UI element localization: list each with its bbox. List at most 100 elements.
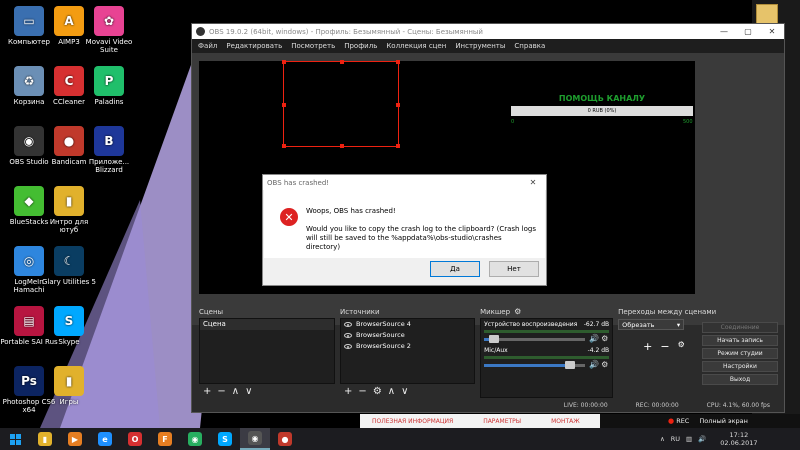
resize-handle[interactable] (340, 60, 344, 64)
maximize-button[interactable]: ▢ (736, 24, 760, 39)
resize-handle[interactable] (396, 144, 400, 148)
gear-icon[interactable]: ⚙ (601, 361, 609, 369)
connection-button[interactable]: Соединение (702, 322, 778, 333)
time: 17:12 (729, 431, 749, 439)
browser-link[interactable]: ПАРАМЕТРЫ (483, 418, 521, 425)
taskbar-media[interactable]: ▶ (60, 428, 90, 450)
close-button[interactable]: ✕ (520, 178, 546, 187)
remove-icon[interactable]: − (660, 340, 669, 353)
remove-icon[interactable]: − (358, 386, 366, 397)
slider-handle[interactable] (489, 334, 500, 343)
donation-progress-bar: 0 RUB (0%) (511, 106, 693, 116)
speaker-icon[interactable]: 🔊 (589, 361, 599, 369)
desktop-icon-movavi[interactable]: ✿ Movavi Video Suite (80, 6, 138, 54)
folder-icon[interactable] (756, 4, 778, 24)
network-icon[interactable]: ▥ (686, 435, 692, 443)
volume-slider[interactable] (484, 360, 586, 369)
desktop-icon-paladins[interactable]: P Paladins (80, 66, 138, 106)
crash-dialog-titlebar[interactable]: OBS has crashed! ✕ (263, 175, 546, 190)
speaker-icon[interactable]: 🔊 (589, 335, 599, 343)
volume-slider[interactable] (484, 334, 586, 343)
transition-select[interactable]: Обрезать ▾ (618, 319, 685, 330)
gear-icon[interactable]: ⚙ (601, 335, 609, 343)
taskbar-opera[interactable]: O (120, 428, 150, 450)
gear-icon[interactable]: ⚙ (514, 308, 522, 316)
studio-mode-button[interactable]: Режим студии (702, 348, 778, 359)
add-icon[interactable]: + (344, 386, 352, 397)
move-up-icon[interactable]: ∧ (232, 386, 239, 397)
obs-titlebar[interactable]: OBS 19.0.2 (64bit, windows) - Профиль: Б… (192, 24, 784, 39)
slider-handle[interactable] (564, 360, 575, 369)
menu-help[interactable]: Справка (514, 42, 545, 50)
taskbar-chrome[interactable]: ◉ (180, 428, 210, 450)
volume-meter (484, 330, 610, 333)
add-icon[interactable]: + (643, 340, 652, 353)
exit-button[interactable]: Выход (702, 374, 778, 385)
menu-tools[interactable]: Инструменты (455, 42, 505, 50)
scenes-list: Сцена (199, 318, 336, 384)
selected-source-bounds[interactable] (282, 60, 400, 148)
minimize-button[interactable]: — (712, 24, 736, 39)
source-item[interactable]: BrowserSource (341, 330, 474, 341)
settings-button[interactable]: Настройки (702, 361, 778, 372)
channel-db: -4.2 dB (587, 347, 610, 354)
scenes-title: Сцены (199, 308, 224, 316)
chevron-up-icon[interactable]: ∧ (660, 435, 665, 443)
no-button[interactable]: Нет (489, 261, 539, 277)
desktop-icon-glary[interactable]: ☾ Glary Utilities 5 (40, 246, 98, 286)
visibility-eye-icon[interactable] (344, 333, 353, 338)
speaker-icon[interactable]: 🔊 (698, 435, 706, 443)
menu-scene-collection[interactable]: Коллекция сцен (386, 42, 446, 50)
menu-view[interactable]: Посмотреть (291, 42, 335, 50)
move-up-icon[interactable]: ∧ (388, 386, 395, 397)
resize-handle[interactable] (396, 60, 400, 64)
browser-link[interactable]: ПОЛЕЗНАЯ ИНФОРМАЦИЯ (372, 418, 453, 425)
resize-handle[interactable] (340, 144, 344, 148)
taskbar-bandicam[interactable]: ● (270, 428, 300, 450)
resize-handle[interactable] (282, 144, 286, 148)
gear-icon[interactable]: ⚙ (678, 340, 685, 353)
taskbar-explorer[interactable]: ▮ (30, 428, 60, 450)
fullscreen-label[interactable]: Полный экран (699, 417, 748, 425)
menu-edit[interactable]: Редактировать (226, 42, 282, 50)
desktop-icon-folder-games[interactable]: ▮ Игры (40, 366, 98, 406)
desktop-icon-label: Игры (59, 398, 79, 406)
source-label: BrowserSource 4 (356, 320, 411, 328)
start-recording-button[interactable]: Начать запись (702, 335, 778, 346)
source-item[interactable]: BrowserSource 2 (341, 341, 474, 352)
mixer-channel: Mic/Aux -4.2 dB 🔊 ⚙ (481, 345, 612, 371)
visibility-eye-icon[interactable] (344, 322, 353, 327)
resize-handle[interactable] (396, 103, 400, 107)
gear-icon[interactable]: ⚙ (373, 386, 382, 397)
taskbar-obs[interactable]: ◉ (240, 428, 270, 450)
menu-profile[interactable]: Профиль (344, 42, 377, 50)
move-down-icon[interactable]: ∨ (245, 386, 252, 397)
scene-item[interactable]: Сцена (200, 319, 335, 330)
obs-icon: ◉ (248, 431, 262, 445)
add-icon[interactable]: + (203, 386, 211, 397)
menu-file[interactable]: Файл (198, 42, 217, 50)
start-button[interactable] (0, 428, 30, 450)
clock[interactable]: 17:12 02.06.2017 (720, 431, 757, 447)
movavi-icon: ✿ (94, 6, 124, 36)
desktop-icon-skype[interactable]: S Skype (40, 306, 98, 346)
remove-icon[interactable]: − (217, 386, 225, 397)
resize-handle[interactable] (282, 103, 286, 107)
firefox-icon: F (158, 432, 172, 446)
desktop-icon-folder-youtube[interactable]: ▮ Интро для ютуб (40, 186, 98, 234)
crash-dialog-body: ✕ Woops, OBS has crashed! Would you like… (264, 190, 545, 258)
resize-handle[interactable] (282, 60, 286, 64)
glary-icon: ☾ (54, 246, 84, 276)
yes-button[interactable]: Да (430, 261, 480, 277)
taskbar-firefox[interactable]: F (150, 428, 180, 450)
language-indicator[interactable]: RU (671, 435, 680, 443)
visibility-eye-icon[interactable] (344, 344, 353, 349)
taskbar-ie[interactable]: e (90, 428, 120, 450)
move-down-icon[interactable]: ∨ (401, 386, 408, 397)
browser-link[interactable]: МОНТАЖ (551, 418, 580, 425)
desktop-icon-blizzard[interactable]: B Приложе... Blizzard (80, 126, 138, 174)
error-icon: ✕ (280, 208, 298, 226)
close-button[interactable]: ✕ (760, 24, 784, 39)
taskbar-skype[interactable]: S (210, 428, 240, 450)
source-item[interactable]: BrowserSource 4 (341, 319, 474, 330)
